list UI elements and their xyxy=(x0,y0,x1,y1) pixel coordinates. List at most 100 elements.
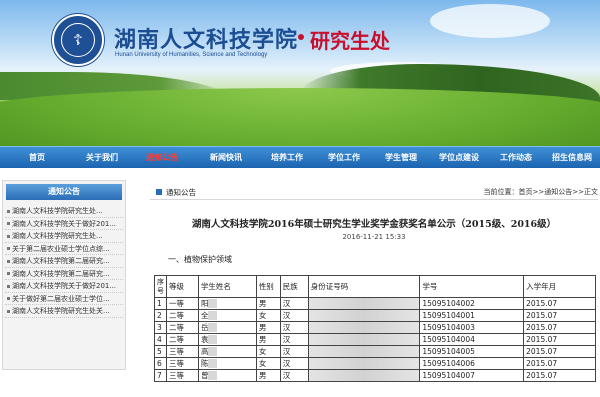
table-row: 5 三等 高xx 女 汉 15095104005 2015.07 xyxy=(154,345,596,358)
school-name: 湖南人文科技学院 xyxy=(114,27,299,53)
cell-gender: 男 xyxy=(255,297,281,310)
cell-ethnicity: 汉 xyxy=(279,321,309,334)
redacted-name: xx xyxy=(208,371,218,380)
nav-degree-program[interactable]: 学位点建设 xyxy=(430,147,488,169)
section-title: 通知公告 xyxy=(166,188,196,197)
cell-level: 二等 xyxy=(166,333,199,346)
table-row: 4 二等 袁xx 男 汉 15095104004 2015.07 xyxy=(154,333,596,346)
cell-name: 岳xx xyxy=(197,321,257,334)
breadcrumb-prefix: 当前位置： xyxy=(483,188,519,196)
cell-level: 三等 xyxy=(166,357,199,370)
cell-id-redacted xyxy=(307,357,421,370)
department-name: 研究生处 xyxy=(310,29,390,53)
breadcrumb-path[interactable]: 首页>>通知公告>>正文 xyxy=(519,188,598,196)
bullet-icon xyxy=(7,272,10,275)
cell-index: 3 xyxy=(154,321,167,334)
column-header: 入学年月 xyxy=(523,275,596,298)
sidebar-notice-list: 湖南人文科技学院研究生处... 湖南人文科技学院关于做好201... 湖南人文科… xyxy=(5,205,123,318)
cell-name: 阳xx xyxy=(197,297,257,310)
bullet-icon xyxy=(7,209,10,213)
sidebar-notice-link[interactable]: 湖南人文科技学院关于做好201... xyxy=(5,218,123,230)
sidebar-notice-link[interactable]: 湖南人文科技学院第二届研究... xyxy=(5,268,123,280)
article-date: 2016-11-21 15:33 xyxy=(342,233,406,241)
cell-level: 三等 xyxy=(166,345,199,358)
sidebar-notice-link[interactable]: 湖南人文科技学院研究生处关... xyxy=(5,305,123,318)
cell-index: 4 xyxy=(154,333,167,346)
redacted-name: xx xyxy=(208,299,218,308)
sidebar-notice-link[interactable]: 湖南人文科技学院关于做好201... xyxy=(5,280,123,293)
nav-student-management[interactable]: 学生管理 xyxy=(372,147,430,169)
cell-student-id: 15095104004 xyxy=(419,333,525,346)
cell-gender: 男 xyxy=(255,321,281,334)
sidebar-notice-label: 湖南人文科技学院第二届研究... xyxy=(12,269,110,278)
school-name-english: Hunan University of Humanities, Science … xyxy=(115,52,268,58)
article-section-heading: 一、植物保护领域 xyxy=(168,255,232,264)
cell-gender: 男 xyxy=(255,333,281,346)
cell-id-redacted xyxy=(307,333,421,346)
cell-name: 袁xx xyxy=(197,333,257,346)
cell-level: 三等 xyxy=(166,369,199,382)
cell-index: 1 xyxy=(154,297,167,310)
cell-ethnicity: 汉 xyxy=(279,333,309,346)
cell-student-id: 15095104001 xyxy=(419,309,525,322)
table-row: 1 一等 阳xx 男 汉 15095104002 2015.07 xyxy=(154,297,596,310)
bullet-icon xyxy=(7,247,10,250)
column-header: 学号 xyxy=(419,275,525,298)
cell-name: 全xx xyxy=(197,309,257,322)
cell-student-id: 15095104002 xyxy=(419,297,525,310)
cell-ethnicity: 汉 xyxy=(279,369,309,382)
table-header-row: 序号 等级 学生姓名 性别 民族 身份证号码 学号 入学年月 xyxy=(154,275,596,298)
nav-work-updates[interactable]: 工作动态 xyxy=(488,147,544,169)
cell-student-id: 15095104003 xyxy=(419,321,525,334)
sidebar-notice-label: 湖南人文科技学院第二届研究... xyxy=(12,257,110,265)
nav-degree[interactable]: 学位工作 xyxy=(316,147,372,169)
sidebar-notice-link[interactable]: 湖南人文科技学院第二届研究... xyxy=(5,255,123,268)
cell-gender: 男 xyxy=(255,369,281,382)
redacted-name: xx xyxy=(208,311,218,320)
school-logo[interactable]: ☦ xyxy=(52,14,104,66)
nav-notices[interactable]: 通知公告 xyxy=(130,147,194,169)
cell-index: 6 xyxy=(154,357,167,370)
sidebar-notice-link[interactable]: 湖南人文科技学院研究生处... xyxy=(5,205,123,218)
sidebar-notice-label: 湖南人文科技学院研究生处... xyxy=(12,207,103,215)
cell-index: 5 xyxy=(154,345,167,358)
column-header: 学生姓名 xyxy=(197,275,257,298)
sidebar-notice-label: 关于第二届农业硕士学位点综... xyxy=(12,244,110,253)
cell-ethnicity: 汉 xyxy=(279,345,309,358)
cell-ethnicity: 汉 xyxy=(279,357,309,370)
sidebar-notice-link[interactable]: 湖南人文科技学院研究生处... xyxy=(5,230,123,243)
column-header: 序号 xyxy=(154,275,167,298)
nav-admissions[interactable]: 招生信息网 xyxy=(544,147,600,169)
cell-index: 2 xyxy=(154,309,167,322)
cell-enroll-date: 2015.07 xyxy=(523,369,596,382)
sidebar-notice-label: 湖南人文科技学院研究生处... xyxy=(12,232,103,240)
cloud xyxy=(430,4,550,38)
cell-enroll-date: 2015.07 xyxy=(523,345,596,358)
redacted-name: xx xyxy=(208,347,218,356)
sidebar-notice-label: 湖南人文科技学院关于做好201... xyxy=(12,219,117,228)
sidebar-notice-link[interactable]: 关于做好第二届农业硕士学位... xyxy=(5,293,123,305)
nav-home[interactable]: 首页 xyxy=(0,147,74,169)
sidebar-notice-label: 关于做好第二届农业硕士学位... xyxy=(12,294,110,303)
cell-index: 7 xyxy=(154,369,167,382)
column-header: 等级 xyxy=(166,275,199,298)
nav-news[interactable]: 新闻快讯 xyxy=(194,147,258,169)
cell-student-id: 15095104007 xyxy=(419,369,525,382)
redacted-name: xx xyxy=(208,359,218,368)
scholarship-table: 序号 等级 学生姓名 性别 民族 身份证号码 学号 入学年月 1 一等 阳xx … xyxy=(154,275,596,382)
cell-level: 二等 xyxy=(166,321,199,334)
nav-about[interactable]: 关于我们 xyxy=(74,147,130,169)
nav-training[interactable]: 培养工作 xyxy=(258,147,316,169)
sidebar-notice-link[interactable]: 关于第二届农业硕士学位点综... xyxy=(5,243,123,255)
bullet-icon xyxy=(7,309,10,313)
table-row: 3 二等 岳xx 男 汉 15095104003 2015.07 xyxy=(154,321,596,334)
cell-gender: 女 xyxy=(255,345,281,358)
article-title: 湖南人文科技学院2016年硕士研究生学业奖学金获奖名单公示（2015级、2016… xyxy=(191,219,557,230)
redacted-name: xx xyxy=(208,335,218,344)
bullet-icon xyxy=(7,222,10,225)
logo-emblem-icon: ☦ xyxy=(61,23,95,57)
cell-gender: 女 xyxy=(255,357,281,370)
cell-gender: 女 xyxy=(255,309,281,322)
main-nav: 首页 关于我们 通知公告 新闻快讯 培养工作 学位工作 学生管理 学位点建设 工… xyxy=(0,146,600,168)
bullet-icon xyxy=(7,259,10,263)
